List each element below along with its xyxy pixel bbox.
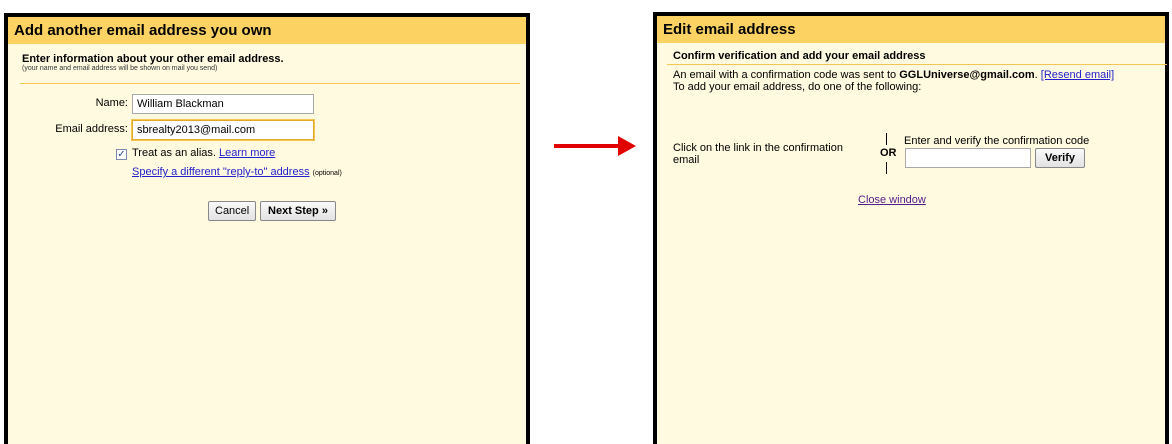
- dialog-title: Add another email address you own: [8, 17, 526, 44]
- learn-more-link[interactable]: Learn more: [219, 147, 275, 159]
- alias-label: Treat as an alias.: [132, 147, 216, 159]
- arrow-line: [554, 144, 620, 148]
- divider: [667, 64, 1167, 65]
- sent-period: .: [1034, 69, 1038, 81]
- or-line-top: [886, 133, 887, 145]
- dialog-hint: (your name and email address will be sho…: [22, 65, 218, 72]
- reply-to-row: Specify a different "reply-to" address (…: [132, 166, 342, 178]
- dialog-subtitle: Confirm verification and add your email …: [673, 50, 926, 62]
- cancel-button[interactable]: Cancel: [208, 201, 256, 221]
- verify-button[interactable]: Verify: [1035, 148, 1085, 168]
- email-label: Email address:: [55, 123, 128, 135]
- email-input[interactable]: [132, 120, 314, 140]
- enter-code-text: Enter and verify the confirmation code: [904, 135, 1090, 147]
- name-input[interactable]: [132, 94, 314, 114]
- instruction-text: To add your email address, do one of the…: [673, 81, 922, 93]
- resend-email-link[interactable]: [Resend email]: [1041, 69, 1114, 81]
- arrow-right-icon: [618, 136, 636, 156]
- sent-message: An email with a confirmation code was se…: [673, 69, 1114, 93]
- alias-checkbox[interactable]: ✓: [116, 149, 127, 160]
- click-link-text: Click on the link in the confirmation em…: [673, 142, 843, 166]
- close-window-link[interactable]: Close window: [858, 194, 926, 206]
- or-line-bottom: [886, 162, 887, 174]
- add-email-dialog: Add another email address you own Enter …: [4, 13, 530, 444]
- sent-text: An email with a confirmation code was se…: [673, 69, 897, 81]
- next-step-button[interactable]: Next Step »: [260, 201, 336, 221]
- reply-to-optional: (optional): [312, 170, 342, 177]
- or-label: OR: [880, 147, 897, 159]
- dialog-title: Edit email address: [657, 16, 1165, 43]
- edit-email-dialog: Edit email address Confirm verification …: [653, 12, 1169, 444]
- name-label: Name:: [95, 97, 128, 109]
- dialog-subtitle: Enter information about your other email…: [22, 53, 284, 65]
- confirmation-code-input[interactable]: [905, 148, 1031, 168]
- alias-row: Treat as an alias. Learn more: [132, 147, 275, 159]
- divider: [20, 83, 520, 84]
- reply-to-link[interactable]: Specify a different "reply-to" address: [132, 166, 310, 178]
- sent-email: GGLUniverse@gmail.com: [899, 69, 1035, 81]
